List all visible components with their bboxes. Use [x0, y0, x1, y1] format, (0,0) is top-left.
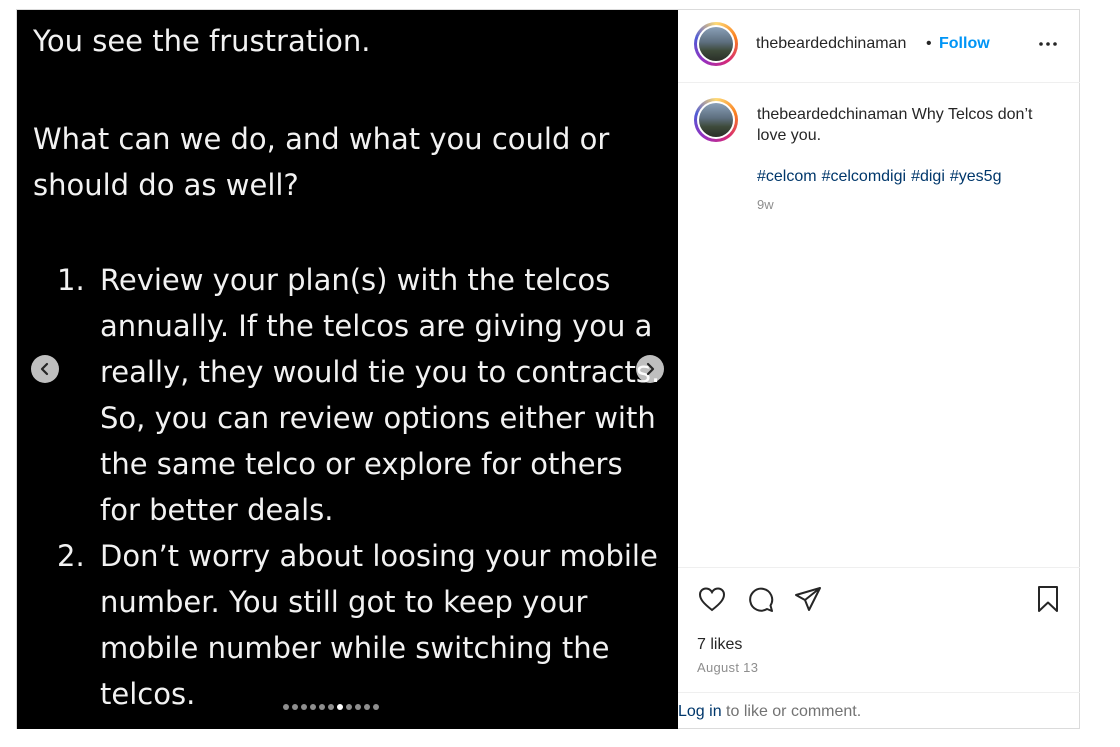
login-prompt-text: Log in to like or comment. [678, 703, 861, 721]
slide-list-item-1: 1. Review your plan(s) with the telcos a… [33, 257, 673, 533]
header-username[interactable]: thebeardedchinaman [756, 35, 906, 53]
hashtag-link[interactable]: #celcomdigi [822, 168, 906, 185]
list-line: Review your plan(s) with the telcos [100, 263, 611, 297]
likes-count[interactable]: 7 likes [697, 636, 742, 654]
caption-username[interactable]: thebeardedchinaman [757, 106, 907, 123]
hashtag-link[interactable]: #digi [911, 168, 945, 185]
chevron-left-icon [40, 362, 49, 376]
follow-button[interactable]: Follow [939, 35, 990, 53]
slide-list-item-2: 2. Don’t worry about loosing your mobile… [33, 533, 673, 717]
hashtag-link[interactable]: #celcom [757, 168, 817, 185]
comment-icon[interactable] [745, 584, 775, 614]
bookmark-icon[interactable] [1033, 584, 1063, 614]
list-number: 2. [57, 539, 85, 573]
carousel-dot [310, 704, 316, 710]
action-bar: 7 likes August 13 [678, 567, 1080, 692]
carousel-dot [292, 704, 298, 710]
heart-icon[interactable] [697, 584, 727, 614]
hashtags: #celcom #celcomdigi #digi #yes5g [757, 168, 1006, 186]
avatar[interactable] [694, 22, 738, 66]
list-line: for better deals. [100, 493, 334, 527]
chevron-right-icon [646, 362, 655, 376]
hashtag-link[interactable]: #yes5g [950, 168, 1002, 185]
carousel-dot [301, 704, 307, 710]
slide-line-question-a: What can we do, and what you could or [33, 122, 610, 156]
login-prompt: Log in to like or comment. [678, 692, 1080, 729]
carousel-dot-active [337, 704, 343, 710]
list-number: 1. [57, 263, 85, 297]
list-line: the same telco or explore for others [100, 447, 623, 481]
list-line: annually. If the telcos are giving you a [100, 309, 653, 343]
carousel-dot [373, 704, 379, 710]
slide-line-question-b: should do as well? [33, 168, 299, 202]
share-icon[interactable] [793, 584, 823, 614]
avatar-photo [699, 103, 733, 137]
carousel-dot [283, 704, 289, 710]
caption: thebeardedchinaman Why Telcos don’t love… [757, 104, 1057, 146]
list-line: Don’t worry about loosing your mobile [100, 539, 658, 573]
carousel-dot [355, 704, 361, 710]
separator-dot: • [926, 35, 932, 52]
login-rest: to like or comment. [721, 703, 862, 720]
login-link[interactable]: Log in [678, 703, 722, 720]
caption-avatar[interactable] [694, 98, 738, 142]
carousel-dot [346, 704, 352, 710]
more-options-icon[interactable] [1036, 32, 1060, 56]
post-header: thebeardedchinaman • Follow [678, 10, 1080, 83]
list-line: really, they would tie you to contracts. [100, 355, 661, 389]
list-line: So, you can review options either with [100, 401, 656, 435]
slide-line-frustration: You see the frustration. [33, 24, 371, 58]
avatar-photo [699, 27, 733, 61]
carousel-dot [328, 704, 334, 710]
list-line: number. You still got to keep your [100, 585, 588, 619]
post-container: You see the frustration. What can we do,… [16, 9, 1080, 729]
post-date[interactable]: August 13 [697, 660, 758, 675]
post-media[interactable]: You see the frustration. What can we do,… [17, 10, 678, 729]
caption-age[interactable]: 9w [757, 197, 774, 212]
previous-slide-button[interactable] [31, 355, 59, 383]
list-line: mobile number while switching the [100, 631, 610, 665]
list-line: telcos. [100, 677, 196, 711]
carousel-dots [283, 704, 379, 710]
carousel-dot [364, 704, 370, 710]
post-sidebar: thebeardedchinaman • Follow thebeardedch… [678, 10, 1080, 728]
slide-text: You see the frustration. What can we do,… [33, 18, 673, 717]
carousel-dot [319, 704, 325, 710]
next-slide-button[interactable] [636, 355, 664, 383]
